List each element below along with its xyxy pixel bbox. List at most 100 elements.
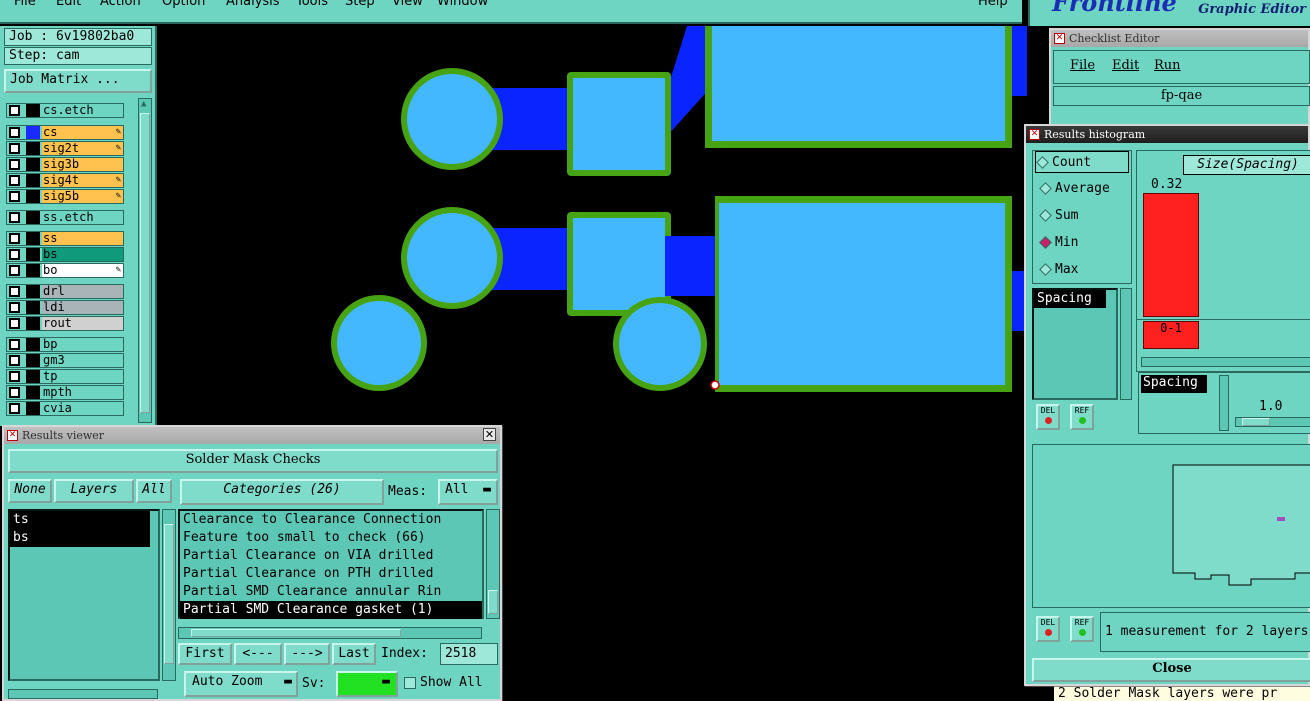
layer-color-swatch[interactable] <box>26 386 40 399</box>
results-viewer-titlebar[interactable]: ✕ Results viewer ✕ <box>4 427 500 444</box>
layer-name[interactable]: sig5b ✎ <box>42 190 123 203</box>
menu-view[interactable]: View <box>392 0 423 9</box>
menu-option[interactable]: Option <box>162 0 205 9</box>
layer-checkbox[interactable] <box>9 212 20 223</box>
del-button[interactable]: DEL <box>1036 616 1060 642</box>
layer-row-cvia[interactable]: cvia <box>6 401 124 416</box>
scale-slider[interactable] <box>1235 417 1310 427</box>
layer-color-swatch[interactable] <box>26 142 40 155</box>
severity-dropdown[interactable]: ▬ <box>336 671 398 697</box>
list-item[interactable]: bs <box>10 529 150 547</box>
layer-name[interactable]: rout <box>42 317 123 330</box>
layer-checkbox[interactable] <box>9 249 20 260</box>
menu-step[interactable]: Step <box>345 0 375 9</box>
layer-color-swatch[interactable] <box>26 232 40 245</box>
layer-name[interactable]: bs <box>42 248 123 261</box>
layer-row-sig5b[interactable]: sig5b ✎ <box>6 189 124 204</box>
scroll-thumb[interactable] <box>164 524 174 664</box>
list-item-selected[interactable]: Partial SMD Clearance gasket (1) <box>180 601 482 619</box>
layer-color-swatch[interactable] <box>26 158 40 171</box>
layer-checkbox[interactable] <box>9 159 20 170</box>
layer-row-sig2t[interactable]: sig2t ✎ <box>6 141 124 156</box>
last-button[interactable]: Last <box>332 643 376 665</box>
job-matrix-button[interactable]: Job Matrix ... <box>4 69 152 93</box>
layer-color-swatch[interactable] <box>26 338 40 351</box>
layer-color-swatch[interactable] <box>26 248 40 261</box>
next-button[interactable]: ---> <box>284 643 330 665</box>
layer-color-swatch[interactable] <box>26 354 40 367</box>
categories-button[interactable]: Categories (26) <box>180 479 384 505</box>
meas-dropdown[interactable]: All ▬ <box>438 479 498 505</box>
layer-color-swatch[interactable] <box>26 126 40 139</box>
scroll-up-icon[interactable]: ▲ <box>141 99 146 109</box>
layer-row-bp[interactable]: bp <box>6 337 124 352</box>
list-item[interactable]: Feature too small to check (66) <box>180 529 482 547</box>
layer-checkbox[interactable] <box>9 318 20 329</box>
layer-checkbox[interactable] <box>9 265 20 276</box>
menu-window[interactable]: Window <box>437 0 488 9</box>
histogram-hscroll[interactable] <box>1141 357 1310 367</box>
layer-color-swatch[interactable] <box>26 174 40 187</box>
layer-checkbox[interactable] <box>9 191 20 202</box>
layer-row-ss[interactable]: ss <box>6 231 124 246</box>
layer-row-cs[interactable]: cs ✎ <box>6 125 124 140</box>
layer-color-swatch[interactable] <box>26 264 40 277</box>
x-field[interactable]: Spacing <box>1141 375 1207 393</box>
results-histogram-titlebar[interactable]: ✕ Results histogram <box>1026 126 1308 143</box>
menu-tools[interactable]: Tools <box>296 0 328 9</box>
layer-color-swatch[interactable] <box>26 402 40 415</box>
layer-row-bo[interactable]: bo ✎ <box>6 263 124 278</box>
layer-name[interactable]: ldi <box>42 301 123 314</box>
none-button[interactable]: None <box>8 479 52 503</box>
layer-list-scrollbar[interactable]: ▲ <box>138 98 152 423</box>
category-vscroll[interactable] <box>486 509 500 619</box>
list-item[interactable]: Partial Clearance on VIA drilled <box>180 547 482 565</box>
layer-checkbox[interactable] <box>9 302 20 313</box>
layer-name[interactable]: bp <box>42 338 123 351</box>
list-item[interactable]: ts <box>10 511 150 529</box>
layer-row-sig3b[interactable]: sig3b <box>6 157 124 172</box>
index-input[interactable]: 2518 <box>440 643 498 665</box>
scroll-thumb[interactable] <box>140 113 150 413</box>
layer-row-sig4t[interactable]: sig4t ✎ <box>6 173 124 188</box>
layer-color-swatch[interactable] <box>26 190 40 203</box>
radio-sum[interactable]: Sum <box>1039 205 1078 227</box>
layer-checkbox[interactable] <box>9 286 20 297</box>
checklist-menu-edit[interactable]: Edit <box>1112 58 1139 73</box>
category-list[interactable]: Clearance to Clearance Connection Featur… <box>178 509 484 619</box>
layer-checkbox[interactable] <box>9 355 20 366</box>
menu-analysis[interactable]: Analysis <box>226 0 280 9</box>
ref-button[interactable]: REF <box>1070 616 1094 642</box>
layer-name[interactable]: drl <box>42 285 123 298</box>
layer-checkbox[interactable] <box>9 105 20 116</box>
window-menu-icon[interactable]: ✕ <box>1054 33 1065 44</box>
prev-button[interactable]: <--- <box>234 643 282 665</box>
measure-list-scroll[interactable] <box>1120 288 1132 400</box>
close-button[interactable]: Close <box>1032 658 1310 682</box>
layer-results-list[interactable]: ts bs <box>8 509 160 681</box>
list-item[interactable]: Partial Clearance on PTH drilled <box>180 565 482 583</box>
layer-name[interactable]: cvia <box>42 402 123 415</box>
layer-list-hscroll[interactable] <box>8 689 158 699</box>
layer-name[interactable]: mpth <box>42 386 123 399</box>
layer-list-vscroll[interactable] <box>162 509 176 681</box>
menu-edit[interactable]: Edit <box>56 0 81 9</box>
histogram-bar[interactable] <box>1143 193 1199 317</box>
window-menu-icon[interactable]: ✕ <box>1029 129 1040 140</box>
layer-name[interactable]: cs ✎ <box>42 126 123 139</box>
radio-max[interactable]: Max <box>1039 259 1078 281</box>
radio-average[interactable]: Average <box>1039 178 1110 200</box>
layer-checkbox[interactable] <box>9 403 20 414</box>
layer-row-ss-etch[interactable]: ss.etch <box>6 210 124 225</box>
checklist-menu-run[interactable]: Run <box>1154 58 1181 73</box>
board-preview[interactable] <box>1032 444 1310 608</box>
x-field-scroll[interactable] <box>1219 375 1229 431</box>
layer-color-swatch[interactable] <box>26 104 40 117</box>
layer-row-rout[interactable]: rout <box>6 316 124 331</box>
menu-help[interactable]: Help <box>978 0 1008 9</box>
layer-name[interactable]: ss.etch <box>42 211 123 224</box>
layer-name[interactable]: bo ✎ <box>42 264 123 277</box>
auto-zoom-dropdown[interactable]: Auto Zoom ▬ <box>184 671 298 697</box>
layer-row-drl[interactable]: drl <box>6 284 124 299</box>
category-hscroll[interactable] <box>178 627 482 639</box>
